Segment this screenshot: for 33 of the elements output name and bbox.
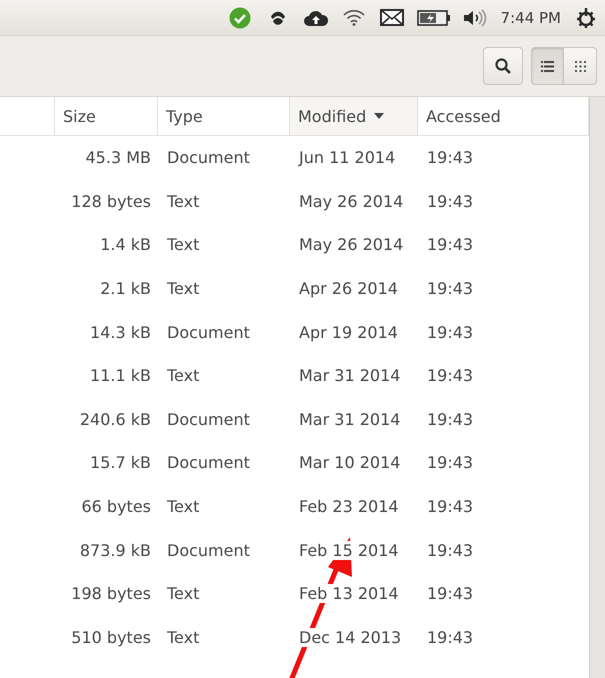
list-view-button[interactable] [531, 47, 564, 85]
scrollbar[interactable] [589, 97, 605, 678]
modified-cell: Jun 11 2014 [299, 148, 396, 168]
clock[interactable]: 7:44 PM [500, 8, 561, 26]
modified-cell: Feb 13 2014 [299, 584, 399, 604]
column-label: Modified [298, 106, 366, 126]
sort-down-icon [374, 113, 384, 119]
column-label: Type [166, 106, 203, 126]
size-cell: 510 bytes [71, 628, 151, 647]
grid-view-button[interactable] [564, 47, 597, 85]
power-gear-icon[interactable] [575, 6, 597, 28]
column-label: Size [63, 106, 96, 126]
column-label: Accessed [426, 106, 501, 126]
column-header[interactable]: Size [55, 97, 158, 136]
grid-view-icon [574, 60, 586, 72]
search-icon [495, 58, 511, 74]
check-icon[interactable] [228, 6, 251, 28]
modified-cell: Dec 14 2013 [299, 628, 402, 647]
search-button[interactable] [483, 47, 523, 85]
modified-cell: Feb 15 2014 [299, 540, 399, 560]
cloud-upload-icon[interactable] [302, 8, 329, 26]
volume-icon[interactable] [462, 8, 489, 26]
size-cell: 66 bytes [81, 497, 151, 516]
wave-icon[interactable] [270, 10, 286, 26]
column-header[interactable]: Modified [290, 97, 418, 136]
size-cell: 198 bytes [71, 584, 151, 604]
wifi-icon[interactable] [342, 9, 365, 26]
mail-icon[interactable] [380, 9, 404, 26]
list-view-icon [541, 60, 554, 72]
modified-cell: Apr 26 2014 [299, 279, 398, 298]
modified-cell: May 26 2014 [299, 235, 404, 254]
size-cell: 128 bytes [71, 192, 151, 211]
battery-icon[interactable] [416, 10, 451, 26]
